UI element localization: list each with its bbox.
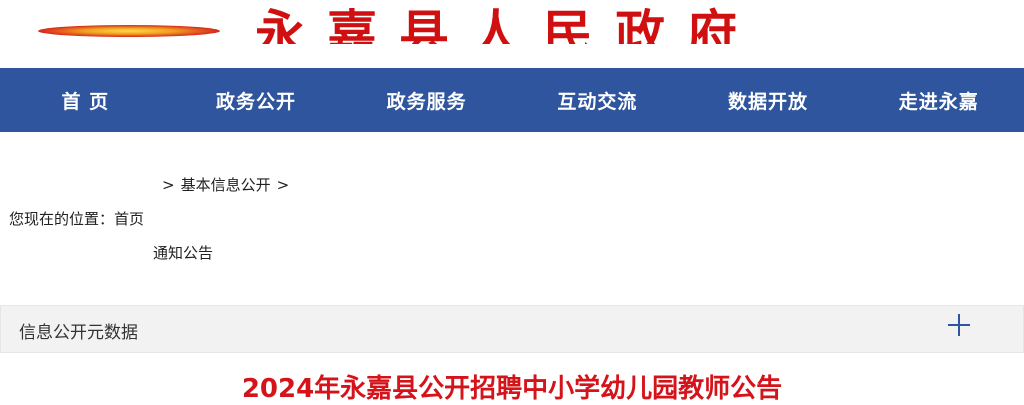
breadcrumb-link-home[interactable]: 首页 (114, 210, 144, 228)
nav-item-about-yongjia[interactable]: 走进永嘉 (853, 68, 1024, 132)
breadcrumb-separator: > (162, 176, 175, 194)
breadcrumb-prefix: 您现在的位置： (9, 210, 115, 228)
site-header: 永嘉县人民政府 (0, 0, 1024, 68)
breadcrumb-location: 您现在的位置：首页 (9, 208, 144, 229)
breadcrumb-level2: > 基本信息公开 > (156, 174, 295, 195)
breadcrumb-level3: 通知公告 (153, 242, 213, 263)
nav-item-home[interactable]: 首 页 (0, 68, 171, 132)
nav-item-open-data[interactable]: 数据开放 (683, 68, 854, 132)
metadata-panel[interactable]: 信息公开元数据 (0, 305, 1024, 353)
breadcrumb-link-basic-info[interactable]: 基本信息公开 (181, 176, 271, 194)
nav-item-government-affairs[interactable]: 政务公开 (171, 68, 342, 132)
breadcrumb-link-notices[interactable]: 通知公告 (153, 244, 213, 262)
breadcrumb-separator: > (276, 176, 290, 194)
article-title: 2024年永嘉县公开招聘中小学幼儿园教师公告 (241, 374, 783, 404)
metadata-label: 信息公开元数据 (19, 323, 138, 343)
site-title-logo[interactable]: 永嘉县人民政府 (255, 4, 985, 45)
main-nav: 首 页 政务公开 政务服务 互动交流 数据开放 走进永嘉 (0, 68, 1024, 132)
nav-item-interaction[interactable]: 互动交流 (512, 68, 683, 132)
national-emblem-icon (38, 25, 220, 37)
plus-icon[interactable] (947, 313, 971, 337)
nav-item-government-services[interactable]: 政务服务 (341, 68, 512, 132)
